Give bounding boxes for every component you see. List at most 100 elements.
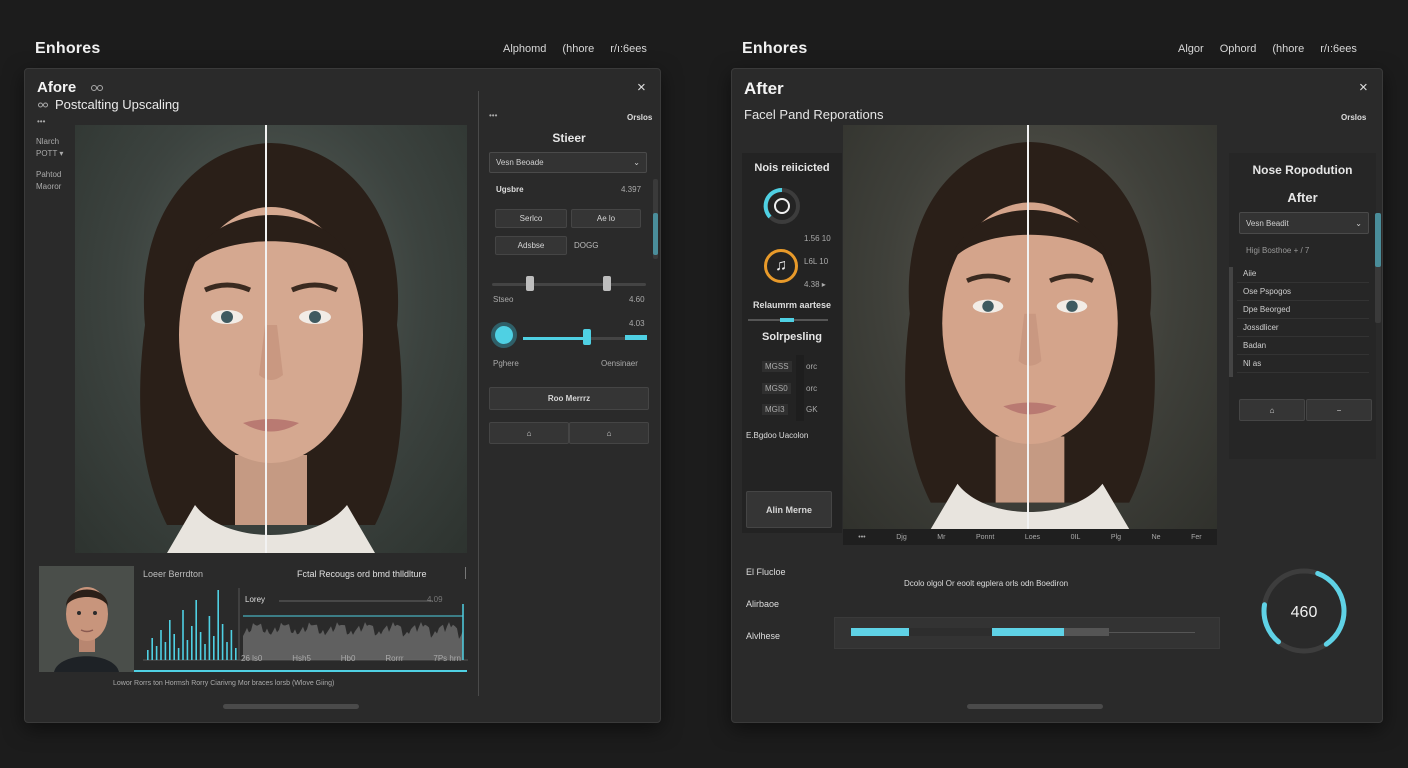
tick-label: 7Ps hrn bbox=[433, 654, 461, 663]
compare-divider[interactable] bbox=[265, 125, 267, 553]
tick-label: Hsh5 bbox=[292, 654, 311, 663]
histogram-graph bbox=[143, 588, 468, 661]
progress-segment bbox=[909, 628, 993, 636]
menu-item[interactable]: Alphomd bbox=[503, 43, 546, 55]
list-item[interactable]: Jossdlicer bbox=[1237, 319, 1369, 337]
slider2-right-label: Oensinaer bbox=[601, 359, 638, 368]
range-slider-handle[interactable] bbox=[603, 276, 611, 291]
panel-heading: Stieer bbox=[552, 131, 586, 145]
side-item[interactable]: Nlarch bbox=[36, 137, 59, 146]
thumbnail-image[interactable] bbox=[39, 566, 134, 672]
histogram-bar bbox=[235, 648, 237, 660]
side-item[interactable]: POTT ▾ bbox=[36, 149, 63, 158]
row-value: 4.397 bbox=[621, 185, 642, 194]
window-title: Afore bbox=[37, 79, 77, 96]
histogram-bar bbox=[213, 636, 215, 660]
home-icon[interactable]: ⌂ bbox=[569, 422, 649, 444]
menu-item[interactable]: (hhore bbox=[562, 43, 594, 55]
menu-item[interactable]: r/ı:6ees bbox=[610, 43, 647, 55]
list-item[interactable]: Ose Pspogos bbox=[1237, 283, 1369, 301]
progress-ring-icon[interactable] bbox=[762, 186, 802, 226]
row-label: Ugsbre bbox=[496, 185, 524, 194]
slider2-left-label: Pghere bbox=[493, 359, 519, 368]
side-item[interactable]: Maoror bbox=[36, 182, 61, 191]
list-scrollbar[interactable] bbox=[1229, 267, 1233, 377]
compare-divider[interactable] bbox=[1027, 125, 1029, 529]
list-item[interactable]: Aiie bbox=[1237, 265, 1369, 283]
mode-dropdown[interactable]: Vesn Beoade ⌄ bbox=[489, 152, 647, 173]
list-item[interactable]: Nl as bbox=[1237, 355, 1369, 373]
sharpen-row-label: MGS0 bbox=[762, 383, 791, 394]
after-subheading: After bbox=[1287, 190, 1318, 205]
option-button[interactable]: Adsbse bbox=[495, 236, 567, 255]
panel-divider bbox=[478, 91, 479, 696]
option-button[interactable]: Serlco bbox=[495, 209, 567, 228]
option-button[interactable]: Ae lo bbox=[571, 209, 641, 228]
slider2-handle[interactable] bbox=[583, 329, 592, 345]
histogram-bar bbox=[169, 620, 171, 660]
strip-item[interactable]: ••• bbox=[858, 534, 865, 541]
window-options[interactable]: Orslos bbox=[1341, 113, 1366, 122]
music-note-icon[interactable]: ♫ bbox=[764, 249, 798, 283]
side-menu-dots[interactable]: ••• bbox=[37, 117, 45, 126]
gauge-value: 460 bbox=[1291, 604, 1318, 621]
strip-item[interactable]: Loes bbox=[1025, 534, 1040, 541]
panel-options[interactable]: Orslos bbox=[627, 113, 652, 122]
list-item[interactable]: Badan bbox=[1237, 337, 1369, 355]
sharpen-footer: E.Bgdoo Uacolon bbox=[746, 431, 809, 440]
chevron-down-icon: ⌄ bbox=[1355, 218, 1362, 228]
apply-button[interactable]: Roo Merrrz bbox=[489, 387, 649, 410]
strip-item[interactable]: Fer bbox=[1191, 534, 1202, 541]
histogram-bar bbox=[147, 650, 149, 660]
progress-bar[interactable] bbox=[834, 617, 1220, 649]
range-slider-track[interactable] bbox=[492, 283, 646, 286]
mode-dropdown[interactable]: Vesn Beadit ⌄ bbox=[1239, 212, 1369, 234]
apply-button[interactable]: Alin Merne bbox=[746, 491, 832, 528]
preset-line: Higi Bosthoe + / 7 bbox=[1246, 246, 1310, 255]
menu-item[interactable]: (hhore bbox=[1272, 43, 1304, 55]
panel-scrollbar[interactable] bbox=[1375, 213, 1381, 323]
strip-item[interactable]: Ne bbox=[1152, 534, 1161, 541]
strip-item[interactable]: Djg bbox=[896, 534, 907, 541]
sharpen-row-label: MGSS bbox=[762, 361, 792, 372]
sharpening-meter bbox=[796, 355, 804, 421]
window-subtitle: Postcalting Upscaling bbox=[55, 97, 180, 112]
horizontal-scrollbar[interactable] bbox=[223, 704, 359, 709]
histogram-bar bbox=[164, 642, 167, 660]
horizontal-scrollbar[interactable] bbox=[967, 704, 1103, 709]
menu-item[interactable]: r/ı:6ees bbox=[1320, 43, 1357, 55]
strip-item[interactable]: Plg bbox=[1111, 534, 1121, 541]
relaxation-thumb[interactable] bbox=[780, 318, 794, 322]
menu-item[interactable]: Algor bbox=[1178, 43, 1204, 55]
bottom-label: El Flucloe bbox=[746, 567, 786, 577]
histogram-bar bbox=[230, 630, 233, 660]
tick-label: Hb0 bbox=[340, 654, 356, 663]
app-title-left: Enhores bbox=[35, 40, 101, 57]
home-icon[interactable]: ⌂ bbox=[489, 422, 569, 444]
range-slider-handle[interactable] bbox=[526, 276, 534, 291]
strip-item[interactable]: Ponnt bbox=[976, 534, 994, 541]
close-icon[interactable]: × bbox=[637, 79, 646, 96]
side-item[interactable]: Pahtod bbox=[36, 170, 61, 179]
strip-item[interactable]: Mr bbox=[937, 534, 945, 541]
window-title: After bbox=[744, 79, 784, 98]
histogram-bar bbox=[155, 646, 158, 660]
dropdown-value: Vesn Beadit bbox=[1246, 218, 1289, 228]
histogram-bar bbox=[217, 590, 219, 660]
histogram-bar bbox=[195, 600, 197, 660]
minus-icon[interactable]: − bbox=[1306, 399, 1372, 421]
portrait-image bbox=[140, 143, 402, 553]
noise-heading: Nois reiicicted bbox=[754, 162, 830, 174]
histogram-bar bbox=[204, 644, 206, 660]
toggle-knob[interactable] bbox=[491, 322, 517, 348]
graph-value: 4.09 bbox=[427, 595, 443, 604]
panel-menu-dots[interactable]: ••• bbox=[489, 111, 497, 120]
strip-item[interactable]: 0IL bbox=[1071, 534, 1081, 541]
home-icon[interactable]: ⌂ bbox=[1239, 399, 1305, 421]
timeline-strip: ••• Djg Mr Ponnt Loes 0IL Plg Ne Fer bbox=[843, 529, 1217, 545]
panel-scrollbar[interactable] bbox=[653, 179, 658, 259]
close-icon[interactable]: × bbox=[1359, 79, 1368, 96]
menu-item[interactable]: Ophord bbox=[1220, 43, 1257, 55]
list-item[interactable]: Dpe Beorged bbox=[1237, 301, 1369, 319]
option-label[interactable]: DOGG bbox=[574, 241, 598, 250]
